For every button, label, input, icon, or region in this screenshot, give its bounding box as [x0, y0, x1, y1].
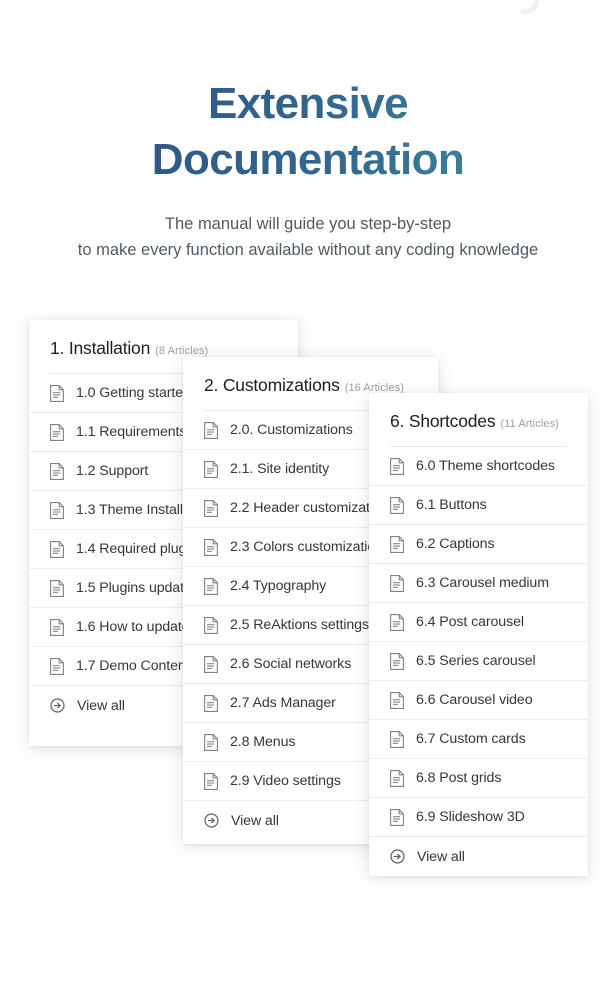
article-label: 1.7 Demo Content: [76, 658, 190, 674]
article-label: 1.6 How to update: [76, 619, 190, 635]
document-icon: [390, 535, 404, 553]
card-header: 6. Shortcodes (11 Articles): [369, 393, 588, 446]
document-icon: [390, 652, 404, 670]
document-icon: [50, 579, 64, 597]
page-title-line-1: Extensive: [207, 79, 409, 128]
document-icon: [390, 691, 404, 709]
article-label: 6.2 Captions: [416, 536, 495, 552]
document-icon: [204, 460, 218, 478]
document-icon: [390, 574, 404, 592]
view-all-label: View all: [231, 812, 279, 829]
arrow-right-circle-icon: [204, 813, 219, 828]
page-subtitle-line-1: The manual will guide you step-by-step: [164, 214, 452, 233]
article-list-item[interactable]: 6.7 Custom cards: [369, 720, 588, 759]
document-icon: [390, 496, 404, 514]
article-list-item[interactable]: 6.8 Post grids: [369, 759, 588, 798]
view-all-link[interactable]: View all: [369, 837, 588, 876]
document-icon: [50, 462, 64, 480]
article-list-item[interactable]: 6.3 Carousel medium: [369, 564, 588, 603]
article-list-item[interactable]: 6.1 Buttons: [369, 486, 588, 525]
document-icon: [390, 730, 404, 748]
arrow-right-circle-icon: [50, 698, 65, 713]
document-icon: [204, 772, 218, 790]
page-subtitle: The manual will guide you step-by-step t…: [0, 211, 616, 264]
article-label: 2.3 Colors customization: [230, 539, 383, 555]
card-title: 1. Installation: [50, 338, 151, 358]
article-list: 6.0 Theme shortcodes 6.1 Buttons 6.2 Capti…: [369, 447, 588, 876]
document-icon: [50, 540, 64, 558]
article-label: 6.3 Carousel medium: [416, 575, 549, 591]
document-icon: [204, 538, 218, 556]
document-icon: [204, 616, 218, 634]
article-label: 2.7 Ads Manager: [230, 695, 336, 711]
document-icon: [390, 808, 404, 826]
article-label: 2.2 Header customization: [230, 500, 389, 516]
article-list-item[interactable]: 6.6 Carousel video: [369, 681, 588, 720]
article-label: 6.1 Buttons: [416, 497, 487, 513]
card-title: 2. Customizations: [204, 375, 340, 395]
page-root: Extensive Documentation The manual will …: [0, 0, 616, 981]
document-icon: [390, 457, 404, 475]
document-icon: [50, 618, 64, 636]
document-icon: [50, 384, 64, 402]
article-label: 6.0 Theme shortcodes: [416, 458, 555, 474]
document-icon: [390, 613, 404, 631]
document-icon: [50, 501, 64, 519]
document-icon: [204, 694, 218, 712]
document-icon: [204, 421, 218, 439]
page-title-line-2: Documentation: [151, 135, 465, 185]
article-label: 2.5 ReAktions settings: [230, 617, 369, 633]
article-list-item[interactable]: 6.2 Captions: [369, 525, 588, 564]
article-list-item[interactable]: 6.4 Post carousel: [369, 603, 588, 642]
article-label: 6.7 Custom cards: [416, 731, 526, 747]
article-label: 1.1 Requirements: [76, 424, 187, 440]
document-icon: [390, 769, 404, 787]
article-label: 2.9 Video settings: [230, 773, 341, 789]
article-label: 6.9 Slideshow 3D: [416, 809, 525, 825]
article-label: 2.4 Typography: [230, 578, 327, 594]
card-title: 6. Shortcodes: [390, 411, 496, 431]
article-label: 6.5 Series carousel: [416, 653, 536, 669]
article-label: 2.0. Customizations: [230, 422, 353, 438]
article-list-item[interactable]: 6.5 Series carousel: [369, 642, 588, 681]
article-list-item[interactable]: 6.9 Slideshow 3D: [369, 798, 588, 837]
document-icon: [50, 657, 64, 675]
page-subtitle-line-2: to make every function available without…: [77, 241, 539, 260]
decorative-ring-icon: [509, 0, 543, 18]
view-all-label: View all: [77, 697, 125, 714]
page-title: Extensive Documentation: [0, 76, 616, 189]
document-icon: [204, 499, 218, 517]
card-article-count: (8 Articles): [155, 345, 209, 357]
card-article-count: (11 Articles): [500, 418, 559, 430]
arrow-right-circle-icon: [390, 849, 405, 864]
view-all-label: View all: [417, 848, 465, 865]
article-label: 1.5 Plugins update: [76, 580, 192, 596]
article-label: 2.8 Menus: [230, 734, 296, 750]
hero-section: Extensive Documentation The manual will …: [0, 76, 616, 264]
article-label: 2.6 Social networks: [230, 656, 352, 672]
article-list-item[interactable]: 6.0 Theme shortcodes: [369, 447, 588, 486]
doc-card-shortcodes[interactable]: 6. Shortcodes (11 Articles) 6.0 Theme sho…: [369, 393, 588, 876]
article-label: 6.4 Post carousel: [416, 614, 524, 630]
article-label: 1.0 Getting started: [76, 385, 191, 401]
document-icon: [204, 733, 218, 751]
article-label: 6.8 Post grids: [416, 770, 502, 786]
document-icon: [50, 423, 64, 441]
article-label: 1.2 Support: [76, 463, 149, 479]
document-icon: [204, 655, 218, 673]
article-label: 2.1. Site identity: [230, 461, 330, 477]
article-label: 6.6 Carousel video: [416, 692, 533, 708]
document-icon: [204, 577, 218, 595]
